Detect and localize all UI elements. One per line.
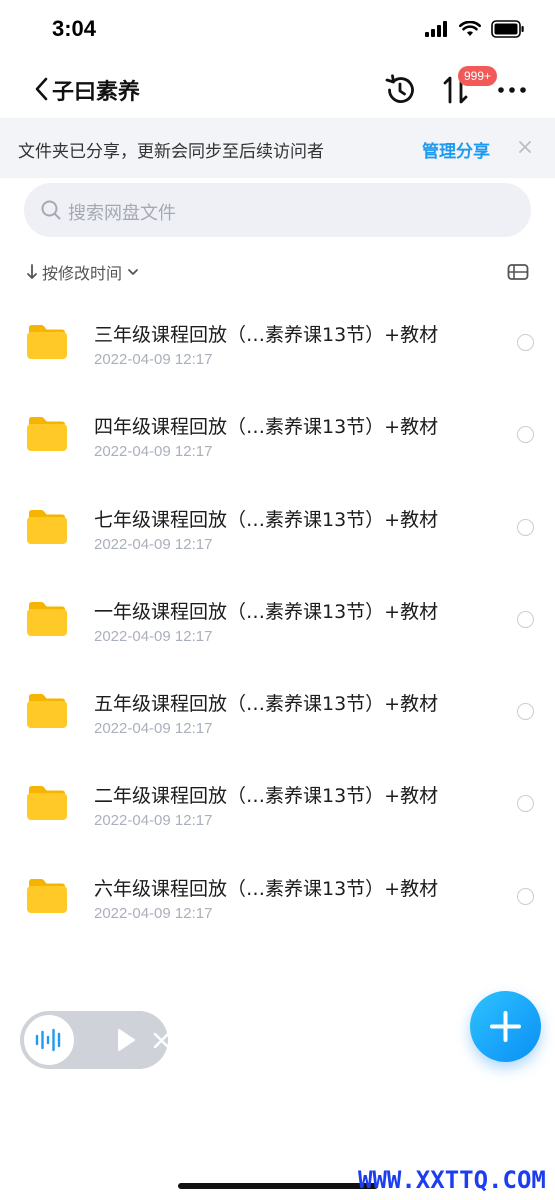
battery-icon	[491, 20, 524, 38]
folder-icon	[27, 509, 67, 544]
select-checkbox[interactable]	[517, 887, 534, 905]
sort-label: 按修改时间	[42, 264, 123, 283]
folder-icon	[27, 694, 67, 729]
manage-share-link[interactable]: 管理分享	[422, 137, 490, 162]
arrow-down-icon	[27, 264, 37, 279]
more-icon[interactable]	[496, 76, 528, 104]
file-date: 2022-04-09 12:17	[94, 443, 213, 461]
file-date: 2022-04-09 12:17	[94, 535, 213, 553]
chevron-down-icon	[128, 269, 138, 275]
select-checkbox[interactable]	[517, 703, 534, 721]
list-item[interactable]: 一年级课程回放（…素养课13节）+教材 2022-04-09 12:17	[0, 573, 555, 665]
file-name: 六年级课程回放（…素养课13节）+教材	[94, 877, 439, 900]
select-checkbox[interactable]	[517, 795, 534, 813]
status-icons	[425, 20, 525, 38]
search-input[interactable]: 搜索网盘文件	[24, 183, 531, 237]
file-name: 五年级课程回放（…素养课13节）+教材	[94, 693, 439, 716]
file-name: 七年级课程回放（…素养课13节）+教材	[94, 508, 439, 531]
folder-icon	[27, 786, 67, 821]
list-item[interactable]: 五年级课程回放（…素养课13节）+教材 2022-04-09 12:17	[0, 665, 555, 757]
view-mode-icon[interactable]	[507, 262, 529, 282]
share-banner: 文件夹已分享，更新会同步至后续访问者 管理分享	[0, 118, 555, 178]
file-date: 2022-04-09 12:17	[94, 720, 213, 738]
floating-audio-player[interactable]	[20, 1011, 170, 1069]
file-date: 2022-04-09 12:17	[94, 351, 213, 368]
signal-icon	[425, 21, 447, 37]
page-title: 子曰素养	[52, 80, 141, 105]
header: 子曰素养 999+	[0, 60, 555, 118]
close-icon[interactable]	[516, 138, 534, 156]
file-name: 四年级课程回放（…素养课13节）+教材	[94, 416, 439, 439]
folder-icon	[27, 878, 67, 913]
list-item[interactable]: 四年级课程回放（…素养课13节）+教材 2022-04-09 12:17	[0, 388, 555, 480]
close-icon[interactable]	[153, 1032, 170, 1049]
status-time: 3:04	[52, 16, 97, 41]
chevron-left-icon[interactable]	[30, 74, 54, 104]
plus-icon	[490, 1011, 521, 1042]
folder-icon	[27, 601, 67, 636]
add-button[interactable]	[470, 991, 541, 1062]
folder-icon	[27, 417, 67, 452]
sort-selector[interactable]: 按修改时间	[26, 258, 140, 286]
play-icon[interactable]	[116, 1028, 136, 1052]
file-date: 2022-04-09 12:17	[94, 904, 213, 922]
select-checkbox[interactable]	[517, 334, 534, 351]
file-date: 2022-04-09 12:17	[94, 627, 213, 645]
transfer-count-badge: 999+	[458, 66, 498, 86]
select-checkbox[interactable]	[517, 426, 534, 444]
status-bar: 3:04	[0, 0, 555, 60]
watermark: WWW.XXTTQ.COM	[358, 1166, 546, 1194]
file-name: 一年级课程回放（…素养课13节）+教材	[94, 600, 439, 623]
list-item[interactable]: 三年级课程回放（…素养课13节）+教材 2022-04-09 12:17	[0, 296, 555, 388]
select-checkbox[interactable]	[517, 610, 534, 628]
search-placeholder: 搜索网盘文件	[68, 203, 176, 224]
file-name: 二年级课程回放（…素养课13节）+教材	[94, 785, 439, 808]
list-item[interactable]: 六年级课程回放（…素养课13节）+教材 2022-04-09 12:17	[0, 850, 555, 942]
share-banner-text: 文件夹已分享，更新会同步至后续访问者	[18, 142, 324, 162]
file-list: 三年级课程回放（…素养课13节）+教材 2022-04-09 12:17 四年级…	[0, 296, 555, 942]
file-date: 2022-04-09 12:17	[94, 812, 213, 830]
list-item[interactable]: 七年级课程回放（…素养课13节）+教材 2022-04-09 12:17	[0, 481, 555, 573]
wifi-icon	[459, 21, 481, 36]
file-name: 三年级课程回放（…素养课13节）+教材	[94, 324, 439, 346]
audio-wave-icon	[35, 1028, 61, 1052]
select-checkbox[interactable]	[517, 518, 534, 536]
list-item[interactable]: 二年级课程回放（…素养课13节）+教材 2022-04-09 12:17	[0, 757, 555, 849]
home-indicator	[178, 1183, 378, 1189]
history-icon[interactable]	[383, 73, 417, 107]
folder-icon	[27, 325, 67, 359]
search-icon	[41, 200, 61, 220]
audio-wave-button[interactable]	[24, 1015, 74, 1065]
